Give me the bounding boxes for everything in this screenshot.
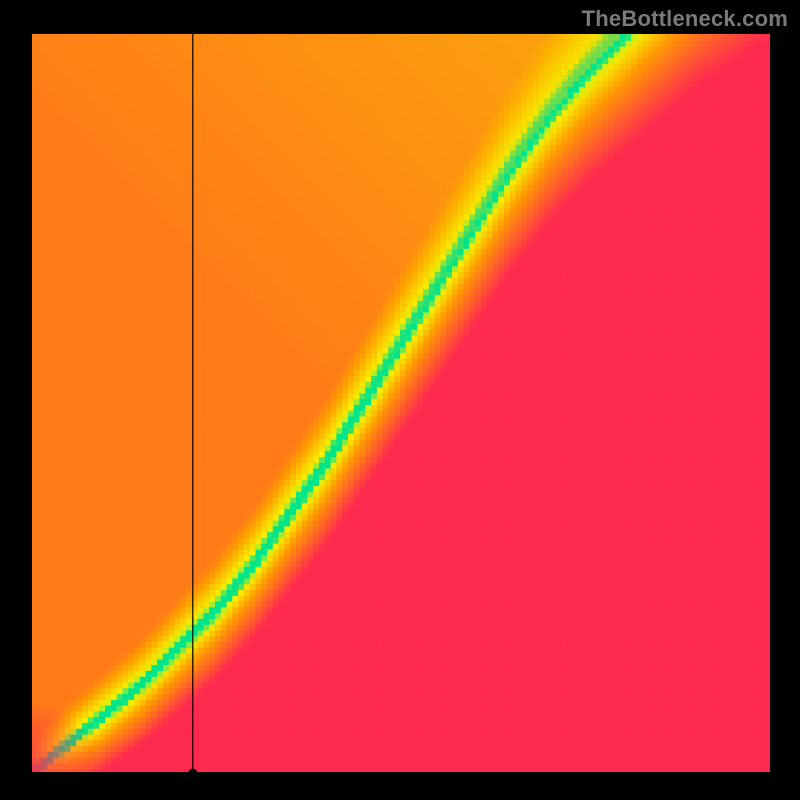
page-root: TheBottleneck.com: [0, 0, 800, 800]
attribution-label: TheBottleneck.com: [582, 6, 788, 32]
chart-area: [30, 34, 770, 774]
heatmap-canvas: [30, 34, 770, 774]
